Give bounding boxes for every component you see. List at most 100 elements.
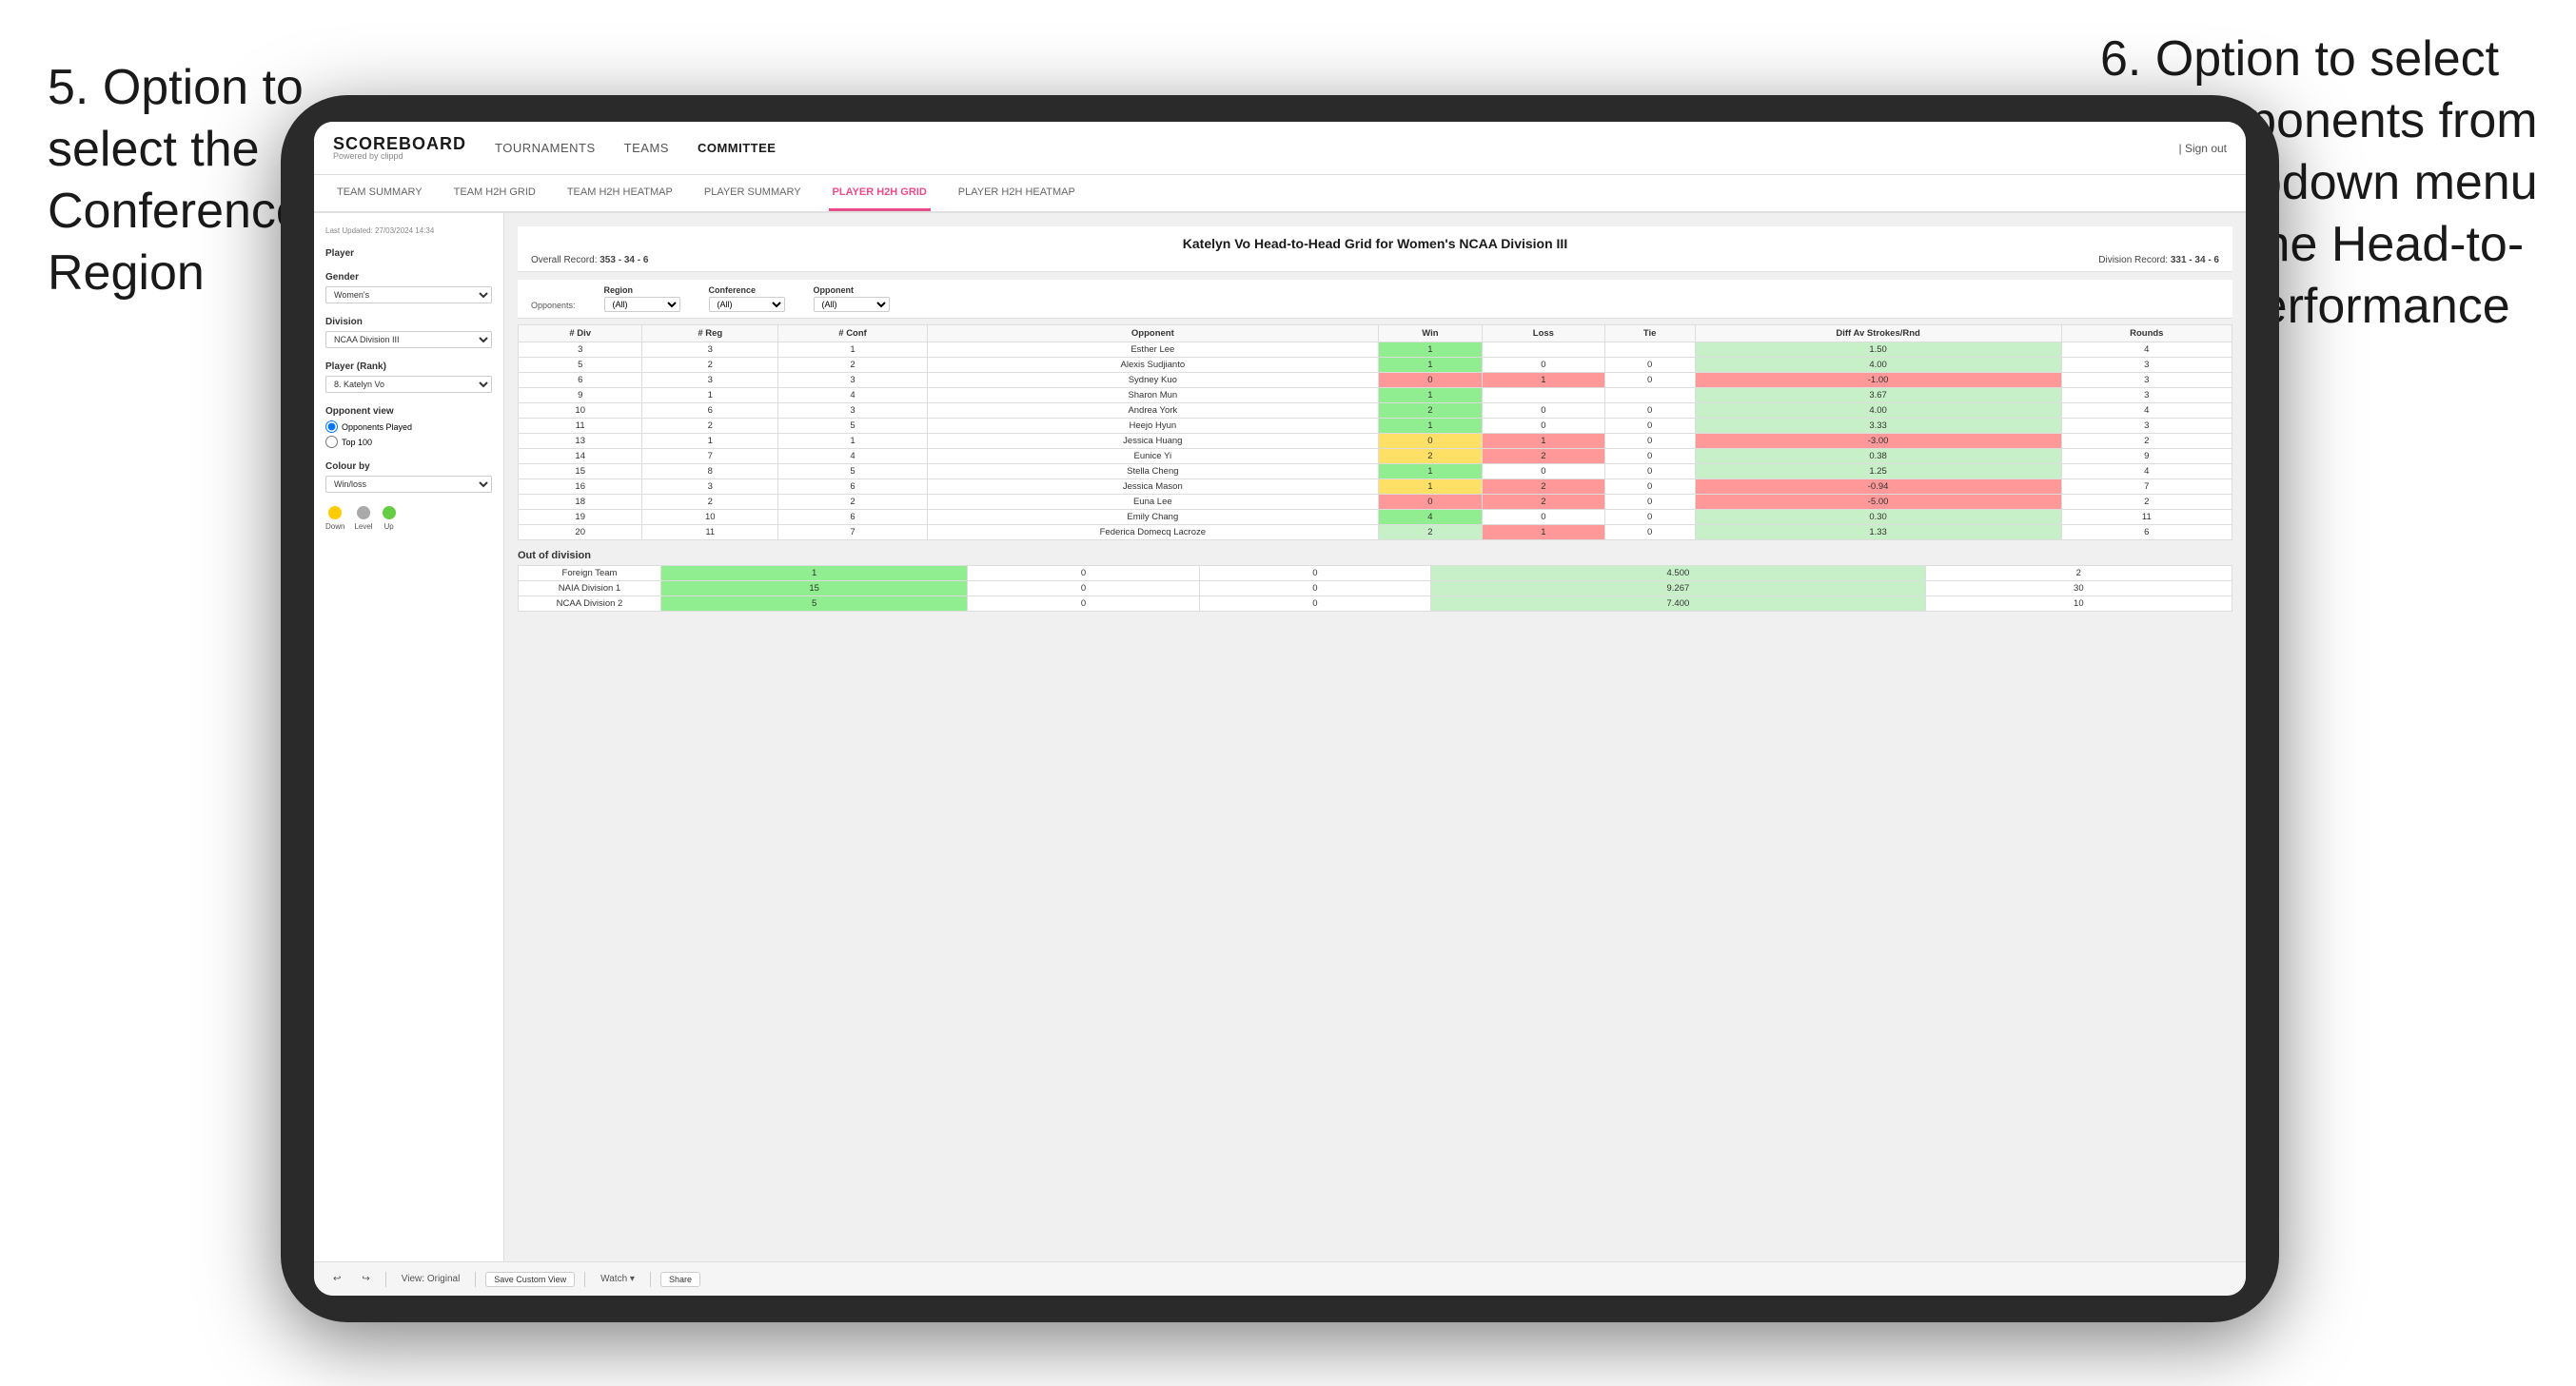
cell-loss: 0 [1483,358,1604,373]
gender-select[interactable]: Women's [325,286,492,303]
cell-reg: 6 [642,403,778,419]
cell-div: 10 [519,403,642,419]
watch-button[interactable]: Watch ▾ [595,1272,640,1286]
table-row: 15 8 5 Stella Cheng 1 0 0 1.25 4 [519,464,2232,479]
cell-opponent: Heejo Hyun [928,419,1379,434]
cell-reg: 8 [642,464,778,479]
cell-tie: 0 [1604,510,1695,525]
cell-loss: 0 [968,581,1199,596]
share-button[interactable]: Share [660,1272,700,1287]
cell-conf: 2 [778,495,928,510]
cell-win: 15 [661,581,968,596]
cell-conf: 5 [778,419,928,434]
toolbar-sep1 [385,1272,386,1287]
nav-tournaments[interactable]: TOURNAMENTS [495,137,596,159]
radio-opponents-played[interactable]: Opponents Played [325,420,492,433]
cell-div: 9 [519,388,642,403]
cell-rounds: 3 [2061,358,2232,373]
cell-conf: 4 [778,388,928,403]
cell-win: 1 [1378,419,1483,434]
out-of-division-label: Out of division [518,550,2232,561]
out-division-table-container: Foreign Team 1 0 0 4.500 2 NAIA Division… [518,565,2232,612]
cell-reg: 1 [642,434,778,449]
subnav-player-h2h-heatmap[interactable]: PLAYER H2H HEATMAP [954,175,1079,211]
conference-select[interactable]: (All) [709,297,785,312]
sidebar-player-section: Player [325,248,492,259]
cell-reg: 2 [642,495,778,510]
cell-tie: 0 [1604,434,1695,449]
toolbar-sep3 [584,1272,585,1287]
cell-div: 20 [519,525,642,540]
undo-button[interactable]: ↩ [327,1272,346,1286]
cell-loss [1483,388,1604,403]
th-tie: Tie [1604,325,1695,342]
cell-conf: 1 [778,342,928,358]
colour-by-select[interactable]: Win/loss [325,476,492,493]
cell-win: 0 [1378,373,1483,388]
cell-div: 18 [519,495,642,510]
cell-rounds: 11 [2061,510,2232,525]
opponent-filter: Opponent (All) [814,285,890,312]
cell-reg: 2 [642,419,778,434]
cell-diff: 0.30 [1695,510,2061,525]
cell-tie: 0 [1199,566,1430,581]
cell-conf: 7 [778,525,928,540]
overall-record: Overall Record: 353 - 34 - 6 [531,255,648,265]
cell-win: 0 [1378,495,1483,510]
view-original-button[interactable]: View: Original [396,1272,466,1286]
nav-committee[interactable]: COMMITTEE [698,137,777,159]
gender-label: Gender [325,272,492,283]
radio-top100[interactable]: Top 100 [325,436,492,448]
cell-win: 4 [1378,510,1483,525]
cell-win: 1 [1378,342,1483,358]
cell-rounds: 9 [2061,449,2232,464]
cell-diff: 4.00 [1695,403,2061,419]
main-content: Last Updated: 27/03/2024 14:34 Player Ge… [314,213,2246,1261]
cell-diff: 0.38 [1695,449,2061,464]
logo-sub: Powered by clippd [333,152,466,161]
cell-opponent: Eunice Yi [928,449,1379,464]
app-container: SCOREBOARD Powered by clippd TOURNAMENTS… [314,122,2246,1296]
table-row: 3 3 1 Esther Lee 1 1.50 4 [519,342,2232,358]
logo-text: SCOREBOARD [333,135,466,152]
subnav-team-h2h-grid[interactable]: TEAM H2H GRID [450,175,540,211]
nav-sign-out[interactable]: | Sign out [2179,142,2227,155]
cell-opponent: Foreign Team [519,566,661,581]
cell-opponent: Alexis Sudjianto [928,358,1379,373]
cell-loss: 0 [1483,419,1604,434]
cell-rounds: 4 [2061,403,2232,419]
cell-tie: 0 [1604,449,1695,464]
opponent-select[interactable]: (All) [814,297,890,312]
cell-rounds: 3 [2061,419,2232,434]
table-row: 13 1 1 Jessica Huang 0 1 0 -3.00 2 [519,434,2232,449]
cell-conf: 6 [778,479,928,495]
cell-reg: 7 [642,449,778,464]
cell-opponent: NCAA Division 2 [519,596,661,612]
cell-tie [1604,342,1695,358]
cell-tie: 0 [1604,403,1695,419]
nav-items: TOURNAMENTS TEAMS COMMITTEE [495,137,2179,159]
top-nav: SCOREBOARD Powered by clippd TOURNAMENTS… [314,122,2246,175]
table-row: 14 7 4 Eunice Yi 2 2 0 0.38 9 [519,449,2232,464]
th-win: Win [1378,325,1483,342]
cell-win: 1 [1378,388,1483,403]
subnav-team-summary[interactable]: TEAM SUMMARY [333,175,426,211]
subnav-team-h2h-heatmap[interactable]: TEAM H2H HEATMAP [563,175,677,211]
player-rank-select[interactable]: 8. Katelyn Vo [325,376,492,393]
nav-teams[interactable]: TEAMS [624,137,669,159]
cell-tie: 0 [1604,373,1695,388]
cell-reg: 3 [642,373,778,388]
cell-loss [1483,342,1604,358]
table-row: 6 3 3 Sydney Kuo 0 1 0 -1.00 3 [519,373,2232,388]
cell-rounds: 6 [2061,525,2232,540]
save-custom-view-button[interactable]: Save Custom View [485,1272,575,1287]
cell-diff: -0.94 [1695,479,2061,495]
subnav-player-h2h-grid[interactable]: PLAYER H2H GRID [829,175,931,211]
division-select[interactable]: NCAA Division III [325,331,492,348]
cell-reg: 10 [642,510,778,525]
redo-button[interactable]: ↪ [356,1272,375,1286]
region-select[interactable]: (All) [604,297,680,312]
table-row: 19 10 6 Emily Chang 4 0 0 0.30 11 [519,510,2232,525]
cell-conf: 1 [778,434,928,449]
subnav-player-summary[interactable]: PLAYER SUMMARY [700,175,805,211]
